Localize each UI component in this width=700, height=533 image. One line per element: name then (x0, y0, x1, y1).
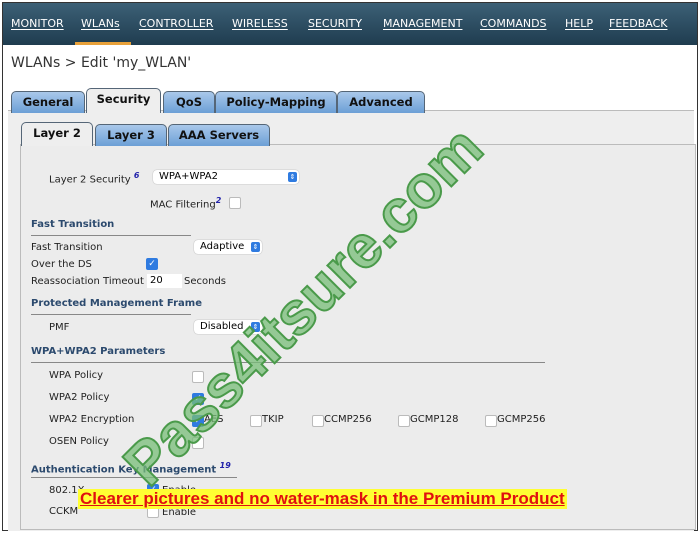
promo-banner: Clearer pictures and no water-mask in th… (78, 489, 567, 509)
breadcrumb: WLANs > Edit 'my_WLAN' (11, 55, 192, 71)
over-ds-checkbox[interactable]: ✓ (146, 258, 158, 270)
layer2-security-select[interactable]: WPA+WPA2 ⇕ (153, 170, 299, 184)
divider (31, 314, 191, 315)
reassoc-timeout-input[interactable]: 20 (147, 274, 182, 288)
tab-advanced[interactable]: Advanced (337, 91, 425, 113)
top-nav: MONITOR WLANs CONTROLLER WIRELESS SECURI… (3, 3, 697, 45)
pmf-label: PMF (49, 322, 70, 333)
akm-heading: Authentication Key Management 19 (31, 461, 231, 476)
wpa-params-heading: WPA+WPA2 Parameters (31, 346, 166, 357)
active-indicator (75, 42, 131, 45)
tkip-label: TKIP (262, 414, 284, 425)
help-icon[interactable]: 19 (220, 461, 231, 470)
wpa-policy-checkbox[interactable] (192, 371, 204, 383)
nav-feedback[interactable]: FEEDBACK (609, 17, 667, 30)
wpa-policy-label: WPA Policy (49, 370, 104, 381)
layer2-security-label: Layer 2 Security 6 (49, 171, 140, 186)
nav-security[interactable]: SECURITY (308, 17, 362, 30)
ccmp256-checkbox[interactable] (312, 415, 324, 427)
aes-label: AES (204, 414, 224, 425)
subtab-layer2[interactable]: Layer 2 (21, 122, 93, 146)
mac-filtering-label: MAC Filtering2 (150, 196, 222, 211)
gcmp256-label: GCMP256 (497, 414, 546, 425)
nav-commands[interactable]: COMMANDS (480, 17, 547, 30)
cckm-label: CCKM (49, 506, 79, 517)
tab-policy-mapping[interactable]: Policy-Mapping (215, 91, 337, 113)
divider (31, 235, 191, 236)
nav-monitor[interactable]: MONITOR (11, 17, 64, 30)
osen-policy-label: OSEN Policy (49, 436, 109, 447)
help-icon[interactable]: 2 (216, 196, 222, 205)
fast-transition-label: Fast Transition (31, 242, 103, 253)
gcmp128-checkbox[interactable] (398, 415, 410, 427)
tab-security[interactable]: Security (86, 88, 161, 113)
fast-transition-select[interactable]: Adaptive ⇕ (194, 240, 262, 254)
chevron-updown-icon: ⇕ (251, 322, 260, 332)
pmf-heading: Protected Management Frame (31, 298, 202, 309)
pmf-select[interactable]: Disabled ⇕ (194, 320, 262, 334)
divider (31, 477, 237, 478)
over-ds-label: Over the DS (31, 259, 92, 270)
fast-transition-heading: Fast Transition (31, 219, 115, 230)
seconds-label: Seconds (184, 276, 227, 287)
tkip-checkbox[interactable] (250, 415, 262, 427)
nav-help[interactable]: HELP (565, 17, 593, 30)
tab-qos[interactable]: QoS (163, 91, 215, 113)
chevron-updown-icon: ⇕ (288, 172, 297, 182)
nav-wireless[interactable]: WIRELESS (232, 17, 288, 30)
wpa2-policy-checkbox[interactable]: ✓ (192, 393, 204, 405)
nav-wlans[interactable]: WLANs (81, 17, 120, 30)
wpa2-encryption-label: WPA2 Encryption (49, 414, 135, 425)
mac-filtering-checkbox[interactable] (229, 197, 241, 209)
wpa2-policy-label: WPA2 Policy (49, 392, 110, 403)
nav-controller[interactable]: CONTROLLER (139, 17, 213, 30)
help-icon[interactable]: 6 (134, 171, 140, 180)
aes-checkbox[interactable]: ✓ (192, 415, 204, 427)
gcmp256-checkbox[interactable] (485, 415, 497, 427)
subtab-layer3[interactable]: Layer 3 (95, 124, 167, 146)
subtab-aaa-servers[interactable]: AAA Servers (168, 124, 270, 146)
osen-policy-checkbox[interactable] (192, 437, 204, 449)
chevron-updown-icon: ⇕ (251, 242, 260, 252)
divider (31, 362, 545, 363)
nav-management[interactable]: MANAGEMENT (383, 17, 462, 30)
reassoc-timeout-label: Reassociation Timeout (31, 276, 144, 287)
ccmp256-label: CCMP256 (324, 414, 372, 425)
gcmp128-label: GCMP128 (410, 414, 459, 425)
tab-general[interactable]: General (11, 91, 85, 113)
